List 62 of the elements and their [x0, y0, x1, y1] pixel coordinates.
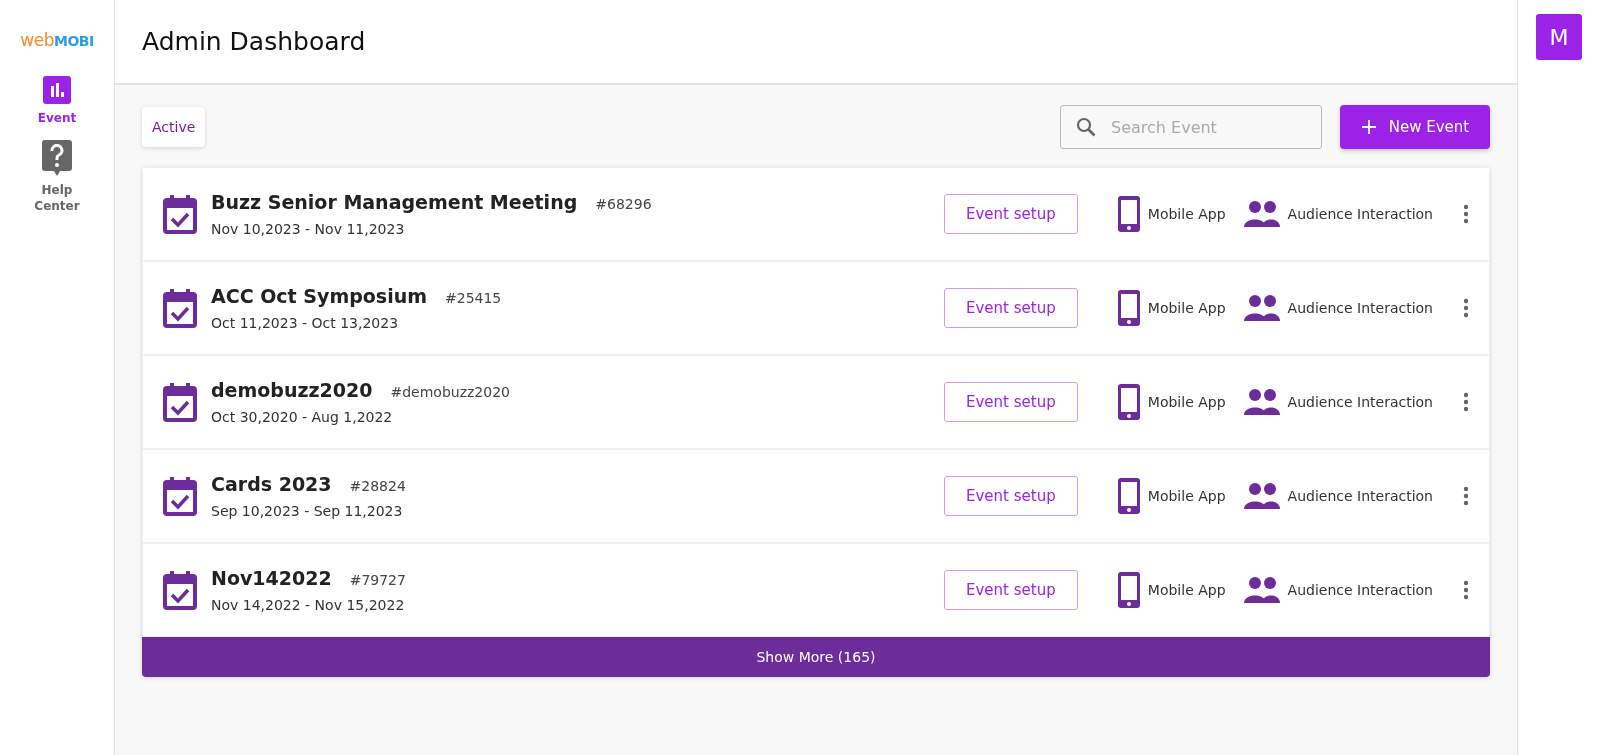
event-name: Nov142022	[211, 567, 332, 589]
event-code: #demobuzz2020	[390, 384, 510, 400]
sidebar-item[interactable]: Event	[27, 110, 87, 126]
audience-interaction-link[interactable]: Audience Interaction	[1287, 300, 1433, 316]
event-code: #79727	[349, 572, 406, 588]
audience-interaction-link[interactable]: Audience Interaction	[1287, 488, 1433, 504]
more-options-icon[interactable]	[1463, 580, 1469, 600]
filter-tab[interactable]: Active	[142, 107, 206, 147]
people-icon[interactable]	[1243, 295, 1280, 321]
event-code: #68296	[595, 196, 652, 212]
audience-interaction-link[interactable]: Audience Interaction	[1287, 394, 1433, 410]
show-more-button[interactable]: Show More (165)	[142, 637, 1490, 677]
plus-icon	[1360, 119, 1377, 135]
mobile-app-link[interactable]: Mobile App	[1147, 582, 1226, 598]
more-options-icon[interactable]	[1463, 298, 1469, 318]
more-options-icon[interactable]	[1463, 392, 1469, 412]
event-dates: Nov 10,2023 - Nov 11,2023	[211, 221, 406, 237]
mobile-app-link[interactable]: Mobile App	[1147, 488, 1226, 504]
more-options-icon[interactable]	[1463, 486, 1469, 506]
event-name: ACC Oct Symposium	[211, 285, 427, 307]
people-icon[interactable]	[1243, 389, 1280, 415]
event-dates: Sep 10,2023 - Sep 11,2023	[211, 503, 404, 519]
event-setup-button[interactable]: Event setup	[943, 570, 1078, 610]
logo: webMOBI	[20, 30, 94, 50]
people-icon[interactable]	[1243, 201, 1280, 227]
mobile-phone-icon[interactable]	[1117, 384, 1140, 420]
page-title: Admin Dashboard	[142, 27, 366, 56]
mobile-phone-icon[interactable]	[1117, 196, 1140, 232]
event-code: #28824	[349, 478, 406, 494]
event-dates: Oct 11,2023 - Oct 13,2023	[211, 315, 400, 331]
calendar-check-icon	[163, 194, 197, 234]
event-name: Cards 2023	[211, 473, 332, 495]
mobile-app-link[interactable]: Mobile App	[1147, 206, 1226, 222]
event-name: Buzz Senior Management Meeting	[211, 191, 578, 213]
bar-chart-icon[interactable]	[43, 76, 71, 104]
mobile-app-link[interactable]: Mobile App	[1147, 300, 1226, 316]
event-setup-button[interactable]: Event setup	[943, 476, 1078, 516]
event-code: #25415	[445, 290, 502, 306]
calendar-check-icon	[163, 288, 197, 328]
event-setup-button[interactable]: Event setup	[943, 382, 1078, 422]
calendar-check-icon	[163, 476, 197, 516]
more-options-icon[interactable]	[1463, 204, 1469, 224]
audience-interaction-link[interactable]: Audience Interaction	[1287, 582, 1433, 598]
event-dates: Oct 30,2020 - Aug 1,2022	[211, 409, 394, 425]
mobile-app-link[interactable]: Mobile App	[1147, 394, 1226, 410]
mobile-phone-icon[interactable]	[1117, 572, 1140, 608]
new-event-button[interactable]: New Event	[1340, 105, 1490, 149]
event-setup-button[interactable]: Event setup	[943, 288, 1078, 328]
sidebar-item[interactable]: Help Center	[27, 182, 87, 214]
calendar-check-icon	[163, 570, 197, 610]
event-name: demobuzz2020	[211, 379, 373, 401]
people-icon[interactable]	[1243, 483, 1280, 509]
mobile-phone-icon[interactable]	[1117, 478, 1140, 514]
calendar-check-icon	[163, 382, 197, 422]
search-field[interactable]: Search Event	[1060, 105, 1322, 149]
audience-interaction-link[interactable]: Audience Interaction	[1287, 206, 1433, 222]
mobile-phone-icon[interactable]	[1117, 290, 1140, 326]
event-setup-button[interactable]: Event setup	[943, 194, 1078, 234]
event-dates: Nov 14,2022 - Nov 15,2022	[211, 597, 406, 613]
user-avatar[interactable]: M	[1536, 14, 1582, 60]
help-icon[interactable]	[42, 140, 72, 176]
people-icon[interactable]	[1243, 577, 1280, 603]
